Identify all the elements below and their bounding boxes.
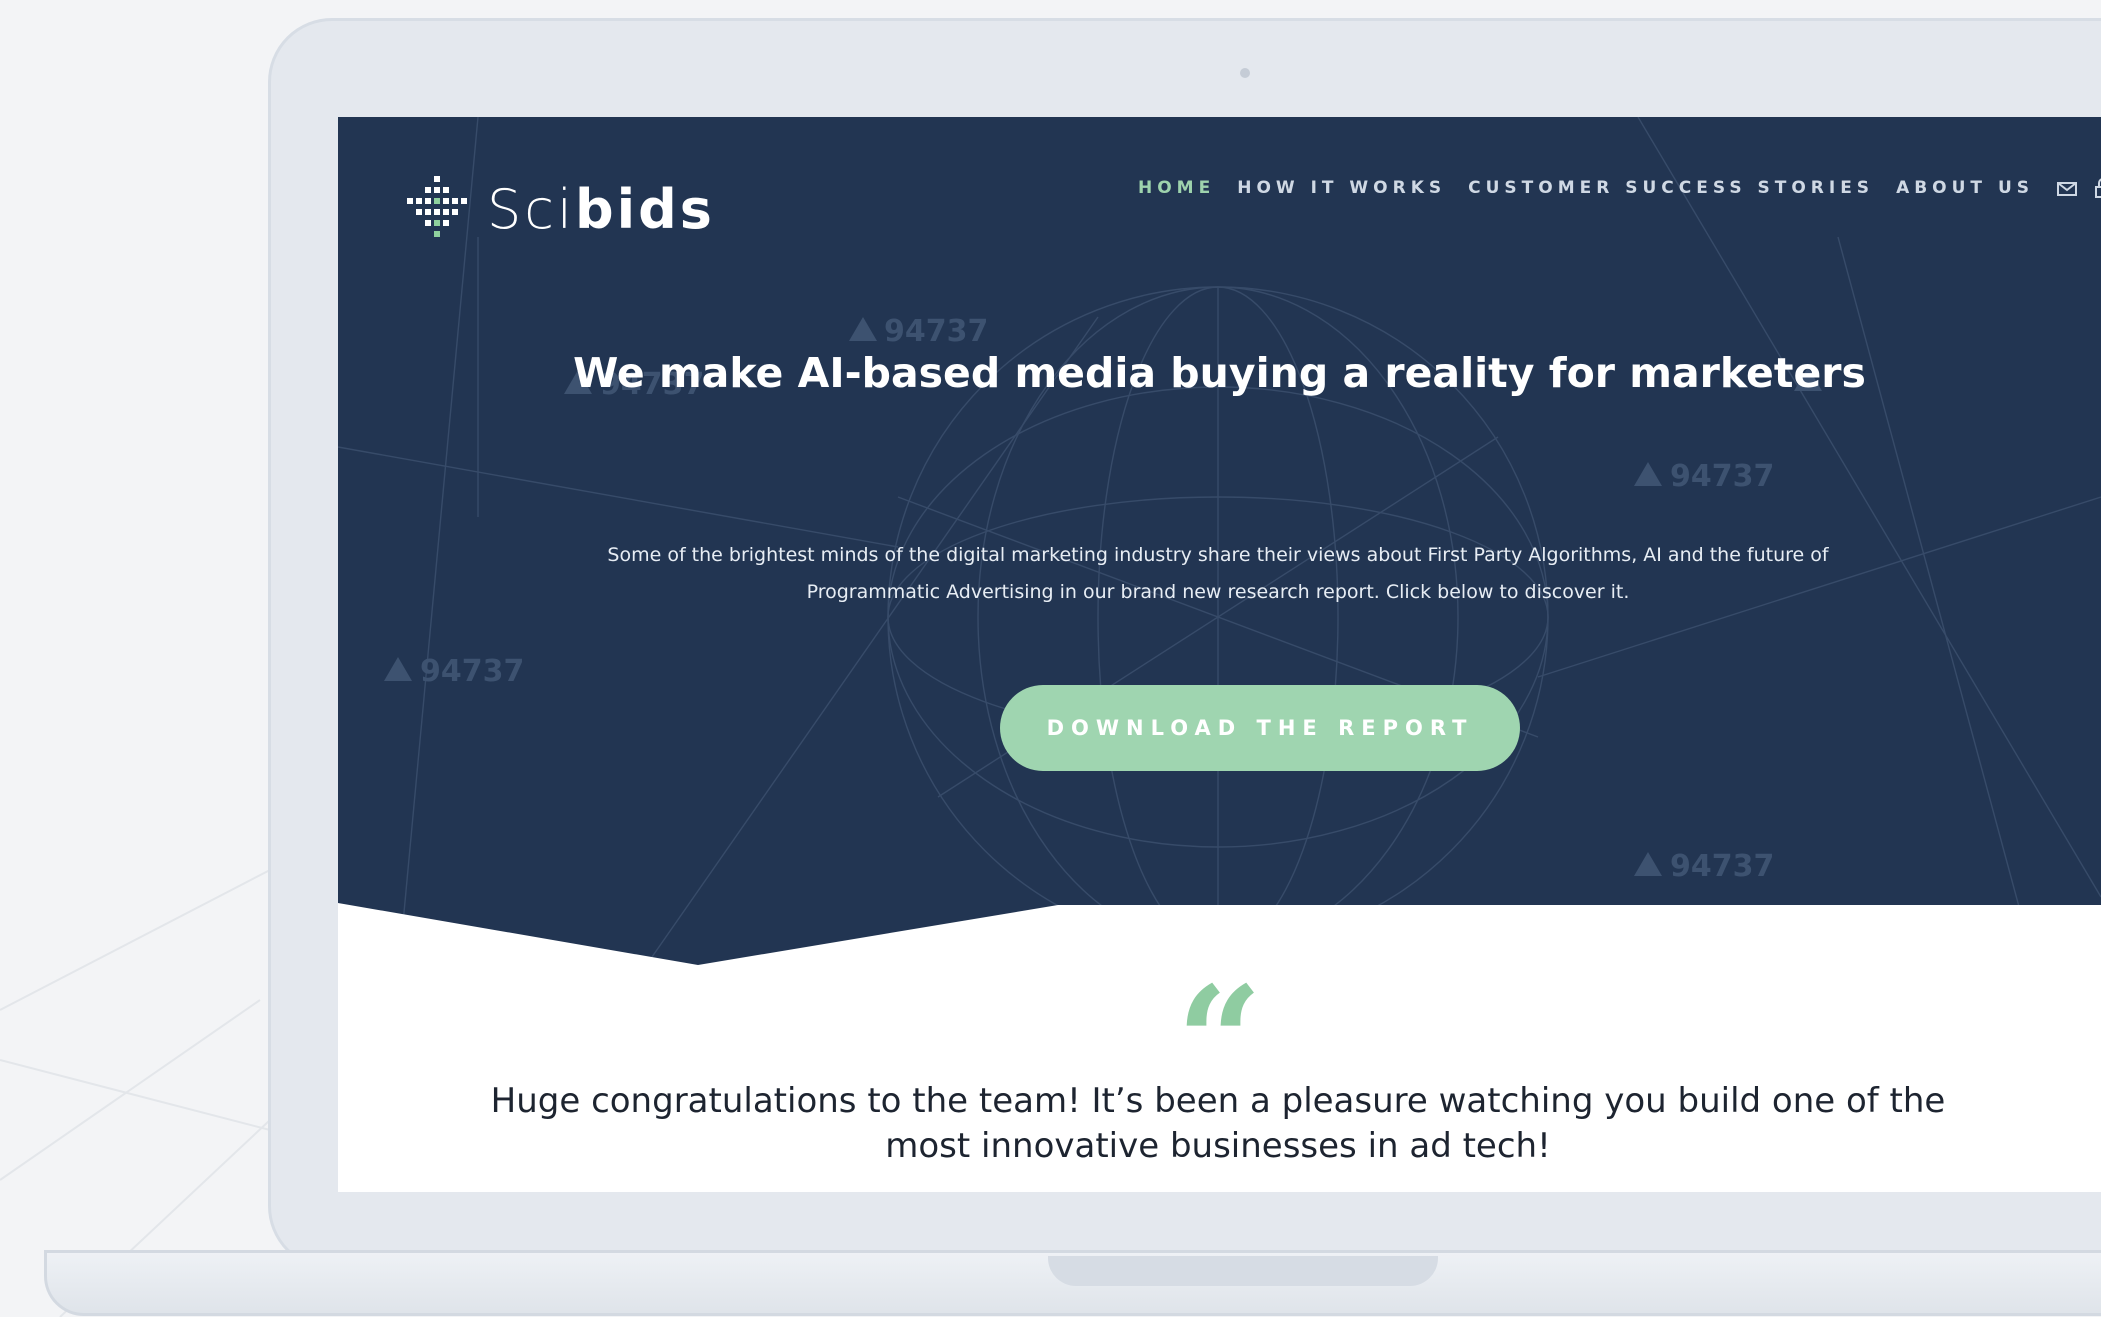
nav-item-home[interactable]: HOME [1138,178,1215,198]
hero-bg-label: 94737 [1670,459,1774,494]
testimonial-text: Huge congratulations to the team! It’s b… [458,1079,1978,1169]
nav-item-customer-success-stories[interactable]: CUSTOMER SUCCESS STORIES [1468,178,1874,198]
nav-item-how-it-works[interactable]: HOW IT WORKS [1237,178,1446,198]
hero-bg-label: 94737 [884,314,988,349]
brand-name: Scibids [487,178,715,241]
hero-section: 94737 94737 94737 94737 94737 Scibids HO… [338,117,2101,977]
laptop-notch [1048,1256,1438,1286]
mail-icon[interactable] [2056,177,2078,199]
hero-description: Some of the brightest minds of the digit… [568,537,1868,611]
hero-description-line: Programmatic Advertising in our brand ne… [806,581,1630,603]
testimonial-line: Huge congratulations to the team! It’s b… [490,1081,1946,1121]
hero-bg-label: 94737 [1670,849,1774,884]
laptop-screen: 94737 94737 94737 94737 94737 Scibids HO… [338,117,2101,1192]
laptop-camera [1240,68,1250,78]
hero-bg-label: 94737 [420,654,524,689]
brand-name-bold: bids [574,177,715,241]
scibids-grid-logo-icon [407,176,467,237]
hero-title: We make AI-based media buying a reality … [573,349,1866,397]
testimonial-line: most innovative businesses in ad tech! [885,1126,1551,1166]
download-report-button[interactable]: DOWNLOAD THE REPORT [1000,685,1520,771]
main-nav: HOME HOW IT WORKS CUSTOMER SUCCESS STORI… [1138,177,2101,199]
hero-description-line: Some of the brightest minds of the digit… [607,544,1829,566]
nav-item-about-us[interactable]: ABOUT US [1896,178,2034,198]
scibids-logo[interactable]: Scibids [403,174,715,244]
lock-icon[interactable] [2092,177,2101,199]
brand-name-light: Sci [487,177,575,241]
